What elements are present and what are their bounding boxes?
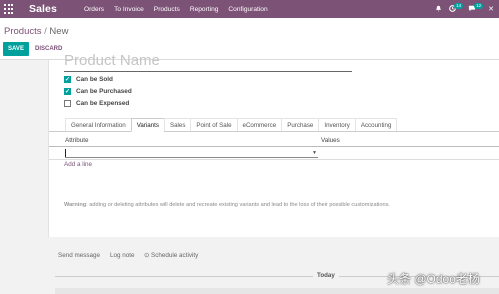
schedule-activity-button[interactable]: ⊙ Schedule activity (144, 252, 198, 259)
chat-bubble-icon[interactable]: 12 (468, 2, 484, 14)
attribute-column-header: Attribute (65, 137, 89, 144)
values-column-header: Values (321, 137, 340, 144)
tab-divider (49, 131, 499, 132)
can-be-sold-checkbox[interactable]: ✓ (64, 76, 71, 83)
tab-general-information[interactable]: General Information (65, 118, 131, 132)
message-thread-area (55, 288, 499, 294)
clock-icon: ⊙ (144, 252, 150, 259)
tab-variants[interactable]: Variants (130, 118, 164, 132)
row-divider (49, 159, 499, 160)
activity-count-badge: 14 (454, 2, 464, 9)
can-be-purchased-label: Can be Purchased (76, 88, 132, 95)
log-note-button[interactable]: Log note (110, 252, 135, 259)
text-caret (65, 149, 66, 157)
can-be-purchased-checkbox[interactable]: ✓ (64, 88, 71, 95)
tab-ecommerce[interactable]: eCommerce (236, 118, 282, 132)
top-navbar: Sales Orders To Invoice Products Reporti… (0, 0, 499, 18)
menu-item-to-invoice[interactable]: To Invoice (114, 6, 144, 13)
app-brand[interactable]: Sales (29, 3, 57, 15)
save-button[interactable]: SAVE (3, 42, 29, 56)
tab-sales[interactable]: Sales (163, 118, 191, 132)
can-be-sold-row: ✓ Can be Sold (64, 76, 113, 83)
can-be-purchased-row: ✓ Can be Purchased (64, 88, 132, 95)
send-message-button[interactable]: Send message (58, 252, 100, 259)
navbar-systray: 14 12 ✕ (428, 0, 494, 18)
discard-button[interactable]: DISCARD (35, 42, 62, 56)
can-be-expensed-checkbox[interactable] (64, 100, 71, 107)
watermark-text: 头条 @Odoo老杨 (387, 272, 480, 286)
tab-point-of-sale[interactable]: Point of Sale (190, 118, 237, 132)
menu-item-orders[interactable]: Orders (84, 6, 104, 13)
chevron-down-icon[interactable]: ▼ (312, 150, 317, 156)
tab-accounting[interactable]: Accounting (354, 118, 398, 132)
breadcrumb-products[interactable]: Products (4, 26, 42, 37)
can-be-expensed-label: Can be Expensed (76, 100, 130, 107)
main-menu: Orders To Invoice Products Reporting Con… (84, 6, 278, 13)
breadcrumb: Products / New (4, 26, 68, 37)
bell-icon[interactable] (435, 5, 442, 14)
warning-label: Warning (64, 202, 87, 208)
form-sheet: Product Name ✓ Can be Sold ✓ Can be Purc… (48, 54, 499, 237)
attribute-input[interactable]: ▼ (65, 149, 318, 158)
today-label: Today (313, 272, 339, 279)
tab-purchase[interactable]: Purchase (281, 118, 319, 132)
schedule-activity-label: Schedule activity (151, 252, 199, 259)
warning-text: : adding or deleting attributes will del… (86, 202, 390, 208)
close-icon[interactable]: ✕ (488, 5, 494, 13)
tab-inventory[interactable]: Inventory (318, 118, 355, 132)
activity-clock-icon[interactable]: 14 (449, 2, 464, 14)
product-name-input[interactable]: Product Name (64, 54, 352, 72)
variants-warning: Warning: adding or deleting attributes w… (64, 202, 390, 208)
message-count-badge: 12 (474, 2, 484, 9)
can-be-expensed-row: Can be Expensed (64, 100, 129, 107)
menu-item-products[interactable]: Products (154, 6, 180, 13)
can-be-sold-label: Can be Sold (76, 76, 113, 83)
header-divider (49, 146, 499, 147)
notebook-tabs: General Information Variants Sales Point… (65, 118, 398, 132)
apps-grid-icon[interactable] (4, 4, 14, 14)
breadcrumb-separator: / (44, 26, 47, 37)
menu-item-reporting[interactable]: Reporting (190, 6, 219, 13)
menu-item-configuration[interactable]: Configuration (228, 6, 267, 13)
add-a-line-link[interactable]: Add a line (64, 161, 92, 168)
breadcrumb-current: New (49, 26, 69, 37)
